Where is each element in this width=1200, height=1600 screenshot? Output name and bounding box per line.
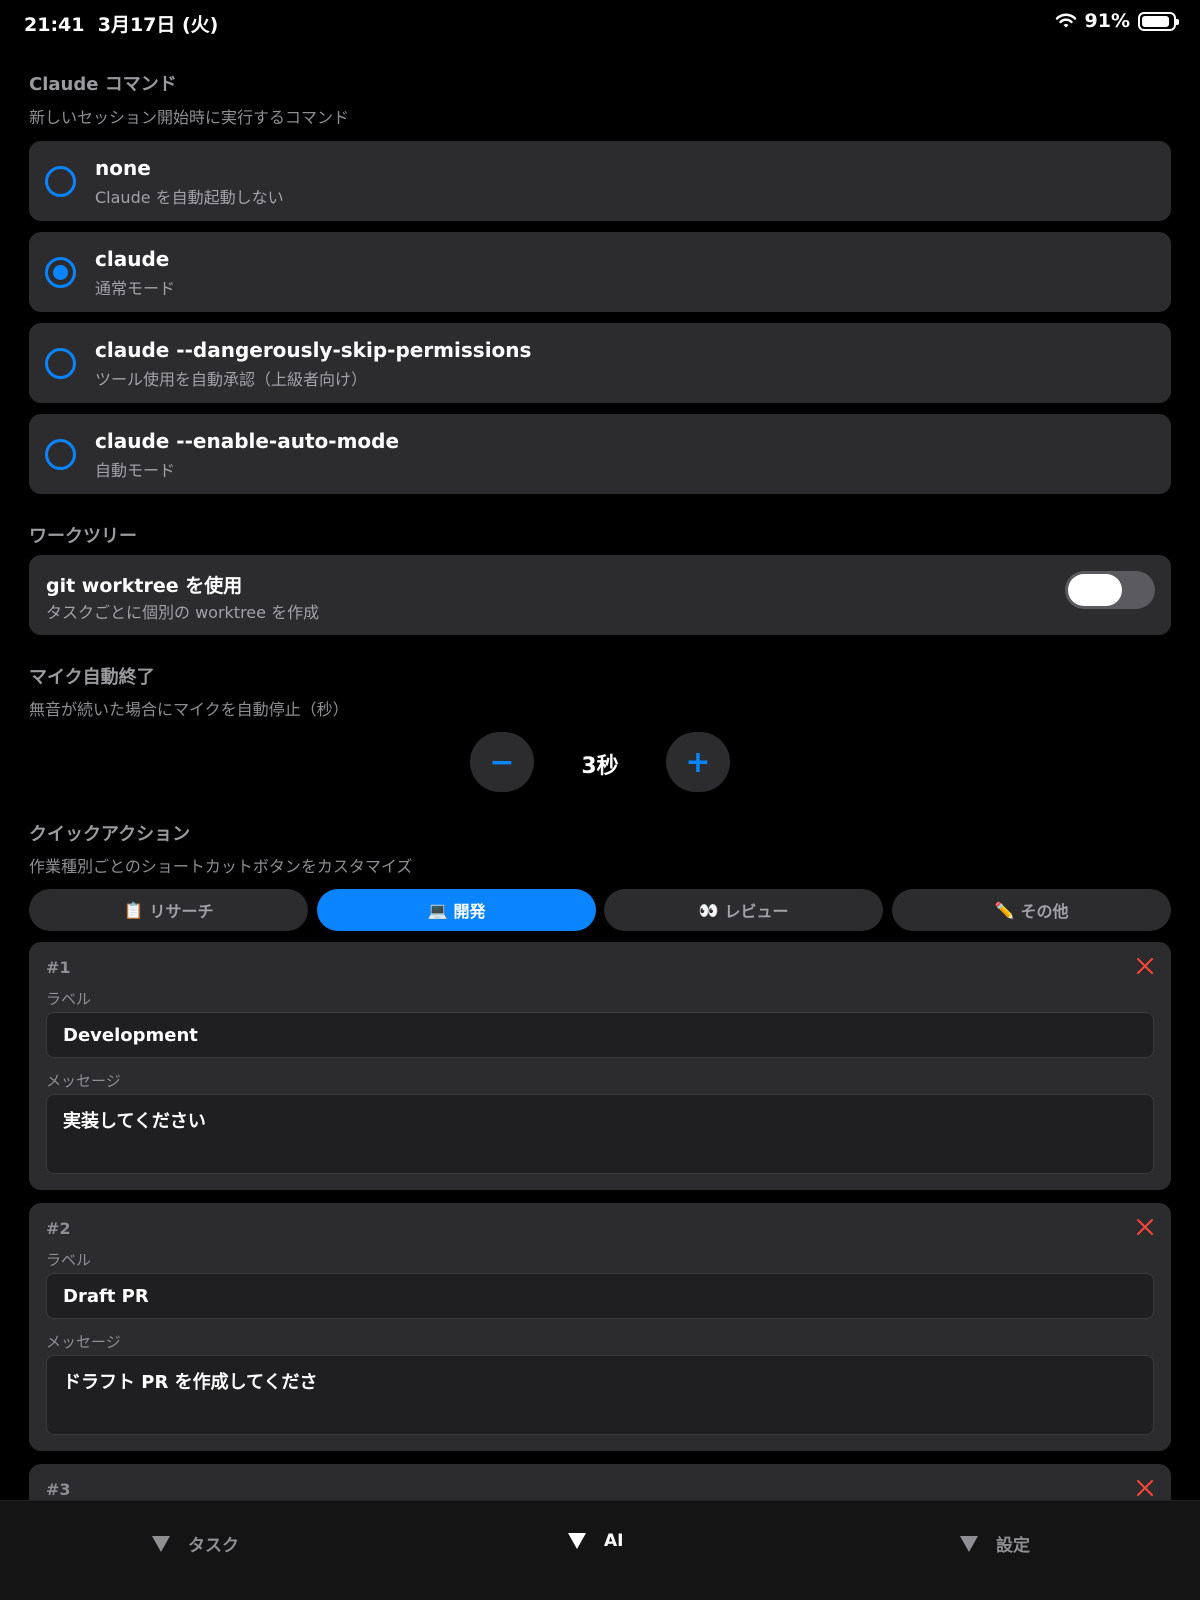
tab-label: リサーチ [149, 902, 214, 921]
close-icon[interactable] [1135, 956, 1155, 976]
toggle-knob [1068, 574, 1122, 606]
date-text: 3月17日 (火) [97, 14, 219, 36]
option-description: 自動モード [95, 461, 176, 480]
minus-icon: − [489, 744, 515, 780]
clipboard-icon: 📋 [123, 900, 144, 920]
option-claude[interactable]: claude 通常モード [29, 232, 1171, 312]
message-caption: メッセージ [46, 1072, 121, 1090]
tab-label: 設定 [996, 1536, 1030, 1556]
option-title: none [95, 156, 151, 180]
option-title: claude --dangerously-skip-permissions [95, 338, 532, 362]
battery-percent: 91% [1084, 10, 1130, 32]
worktree-description: タスクごとに個別の worktree を作成 [46, 603, 320, 622]
message-caption: メッセージ [46, 1333, 121, 1351]
wifi-icon [1055, 13, 1076, 28]
pencil-icon: ✏️ [994, 900, 1015, 920]
close-icon[interactable] [1135, 1217, 1155, 1237]
option-none[interactable]: none Claude を自動起動しない [29, 141, 1171, 221]
tab-label: 開発 [453, 902, 486, 921]
option-description: 通常モード [95, 279, 176, 298]
plus-icon: + [685, 744, 711, 780]
quick-action-card: #2 ラベル Draft PR メッセージ ドラフト PR を作成してくださ [29, 1203, 1171, 1451]
triangle-icon [152, 1535, 170, 1552]
option-title: claude [95, 247, 170, 271]
quick-action-number: #1 [46, 958, 71, 977]
eyes-icon: 👀 [698, 900, 719, 920]
option-auto-mode[interactable]: claude --enable-auto-mode 自動モード [29, 414, 1171, 494]
decrement-button[interactable]: − [470, 732, 534, 792]
radio-icon[interactable] [45, 348, 76, 379]
increment-button[interactable]: + [666, 732, 730, 792]
claude-command-subtitle: 新しいセッション開始時に実行するコマンド [29, 108, 350, 127]
option-description: ツール使用を自動承認（上級者向け） [95, 370, 368, 389]
status-time: 21:41 3月17日 (火) [24, 10, 218, 37]
time-text: 21:41 [24, 14, 85, 36]
tab-tasks[interactable]: タスク [152, 1531, 239, 1556]
quick-action-number: #3 [46, 1480, 71, 1499]
label-caption: ラベル [46, 1251, 92, 1269]
quick-action-card: #1 ラベル Development メッセージ 実装してください [29, 942, 1171, 1190]
tab-ai[interactable]: AI [568, 1531, 623, 1551]
option-description: Claude を自動起動しない [95, 188, 284, 207]
tab-research[interactable]: 📋 リサーチ [29, 889, 308, 931]
tab-bar: タスク AI 設定 [0, 1500, 1200, 1600]
worktree-label: git worktree を使用 [46, 575, 243, 597]
close-icon[interactable] [1135, 1478, 1155, 1498]
tab-development[interactable]: 💻 開発 [317, 889, 596, 931]
quick-action-card: #3 [29, 1464, 1171, 1500]
worktree-card: git worktree を使用 タスクごとに個別の worktree を作成 [29, 555, 1171, 635]
tab-review[interactable]: 👀 レビュー [604, 889, 883, 931]
mic-title: マイク自動終了 [29, 667, 155, 688]
message-input[interactable]: ドラフト PR を作成してくださ [46, 1355, 1154, 1435]
triangle-icon [960, 1535, 978, 1552]
radio-icon[interactable] [45, 166, 76, 197]
claude-command-title: Claude コマンド [29, 74, 177, 95]
option-title: claude --enable-auto-mode [95, 429, 400, 453]
quick-actions-subtitle: 作業種別ごとのショートカットボタンをカスタマイズ [29, 857, 413, 876]
option-skip-permissions[interactable]: claude --dangerously-skip-permissions ツー… [29, 323, 1171, 403]
tab-label: AI [604, 1531, 624, 1551]
quick-action-number: #2 [46, 1219, 71, 1238]
radio-checked-icon[interactable] [45, 257, 76, 288]
tab-label: タスク [188, 1536, 239, 1556]
status-right: 91% [1055, 10, 1179, 32]
label-caption: ラベル [46, 990, 92, 1008]
mic-timeout-value: 3秒 [581, 754, 619, 779]
mic-subtitle: 無音が続いた場合にマイクを自動停止（秒） [29, 700, 349, 719]
worktree-title: ワークツリー [29, 526, 137, 547]
quick-actions-title: クイックアクション [29, 824, 191, 845]
battery-icon [1138, 11, 1179, 31]
triangle-icon [568, 1533, 586, 1549]
radio-icon[interactable] [45, 439, 76, 470]
laptop-icon: 💻 [427, 900, 448, 920]
tab-settings[interactable]: 設定 [960, 1531, 1030, 1556]
label-input[interactable]: Draft PR [46, 1273, 1154, 1319]
label-input[interactable]: Development [46, 1012, 1154, 1058]
tab-other[interactable]: ✏️ その他 [892, 889, 1171, 931]
status-bar: 21:41 3月17日 (火) 91% [0, 0, 1200, 44]
tab-label: その他 [1020, 902, 1069, 921]
message-input[interactable]: 実装してください [46, 1094, 1154, 1174]
tab-label: レビュー [724, 902, 789, 921]
worktree-toggle[interactable] [1065, 571, 1155, 609]
